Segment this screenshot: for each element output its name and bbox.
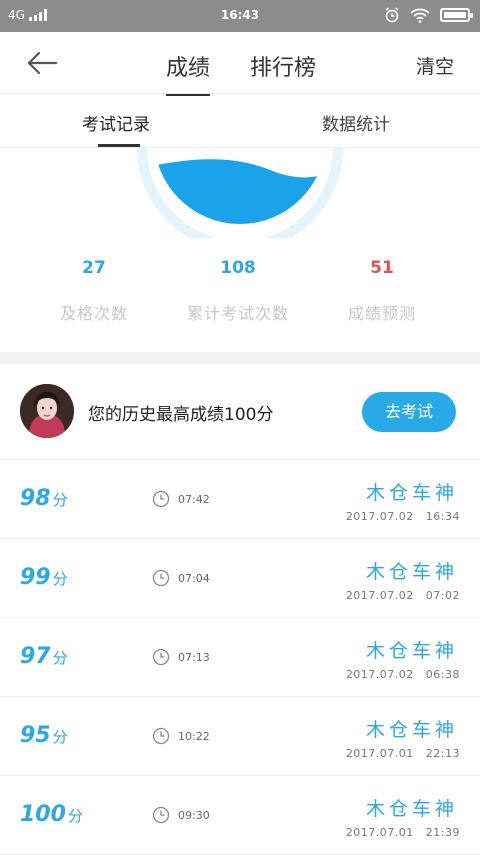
active-tab-indicator [98,144,140,147]
clear-button[interactable]: 清空 [416,52,454,79]
record-username: 木仓车神 [365,719,458,741]
stat-value: 108 [220,258,256,278]
record-date: 2017.07.01 21:39 [345,826,460,839]
record-duration: 07:42 [178,493,210,506]
score-unit: 分 [52,649,68,667]
record-row[interactable]: 99 分 07:04 木仓车神 2017.07.02 07:02 [0,539,480,618]
record-date: 2017.07.02 16:34 [345,510,460,523]
best-score-text: 您的历史最高成绩100分 [88,405,274,425]
section-divider [0,352,480,364]
record-row[interactable]: 98 分 07:42 木仓车神 2017.07.02 16:34 [0,460,480,539]
tab-leaderboard[interactable]: 排行榜 [250,50,316,82]
record-duration: 07:13 [178,651,210,664]
score-unit: 分 [52,570,68,588]
record-row[interactable]: 100 分 09:30 木仓车神 2017.07.01 21:39 [0,776,480,855]
score-gauge [0,148,480,238]
record-username: 木仓车神 [365,640,458,662]
sub-tabs: 考试记录 数据统计 [0,94,480,148]
record-duration: 10:22 [178,730,210,743]
clock-icon [152,569,170,587]
stat-label: 成绩预测 [347,304,416,323]
clock-icon [152,490,170,508]
status-bar: 4G 16:43 [0,0,480,32]
score-value: 98 [20,486,51,511]
record-row[interactable]: 95 分 10:22 木仓车神 2017.07.01 22:13 [0,697,480,776]
record-date: 2017.07.02 07:02 [345,589,460,602]
score-unit: 分 [52,491,68,509]
alarm-icon [385,7,399,23]
tab-data-statistics[interactable]: 数据统计 [322,110,390,135]
stats-row: 27 及格次数 108 累计考试次数 51 成绩预测 [0,258,480,338]
record-score: 100 分 [20,802,83,827]
stat-value: 27 [82,258,106,278]
score-value: 95 [20,723,51,748]
stat-label: 累计考试次数 [186,304,289,323]
exam-record-list: 98 分 07:42 木仓车神 2017.07.02 16:34 99 分 07:0… [0,460,480,855]
top-nav: 成绩 排行榜 清空 [0,32,480,96]
score-unit: 分 [67,807,83,825]
avatar[interactable] [20,384,74,438]
battery-icon [440,8,473,22]
record-username: 木仓车神 [365,482,458,504]
stat-pass-count: 27 及格次数 [14,258,174,324]
record-row[interactable]: 97 分 07:13 木仓车神 2017.07.02 06:38 [0,618,480,697]
stat-score-prediction: 51 成绩预测 [302,258,462,324]
record-score: 98 分 [20,486,68,511]
record-username: 木仓车神 [365,798,458,820]
stat-total-exams: 108 累计考试次数 [158,258,318,324]
record-score: 97 分 [20,644,68,669]
tab-exam-records[interactable]: 考试记录 [82,110,150,135]
tab-scores[interactable]: 成绩 [166,50,211,96]
stat-label: 及格次数 [59,304,128,323]
stat-value: 51 [370,258,394,278]
score-unit: 分 [52,728,68,746]
clock-icon [152,648,170,666]
clock-icon [152,806,170,824]
score-value: 97 [20,644,51,669]
status-icons [384,7,473,23]
score-value: 100 [20,802,66,827]
record-duration: 09:30 [178,809,210,822]
wifi-icon [410,8,430,23]
best-score-row: 您的历史最高成绩100分 去考试 [0,364,480,460]
back-arrow-icon[interactable] [24,48,60,78]
record-username: 木仓车神 [365,561,458,583]
record-date: 2017.07.02 06:38 [345,668,460,681]
clock-icon [152,727,170,745]
score-value: 99 [20,565,51,590]
record-date: 2017.07.01 22:13 [345,747,460,760]
record-score: 95 分 [20,723,68,748]
record-score: 99 分 [20,565,68,590]
record-duration: 07:04 [178,572,210,585]
take-exam-button[interactable]: 去考试 [362,392,456,432]
